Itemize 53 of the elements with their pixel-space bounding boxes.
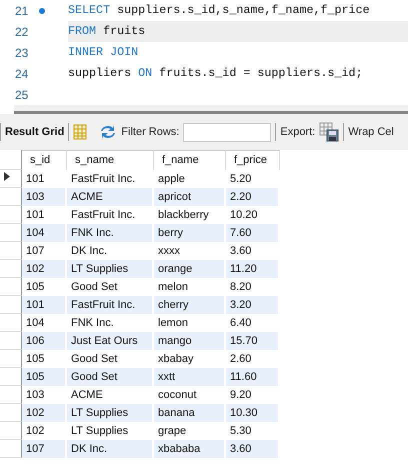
- code-line: SELECT suppliers.s_id,s_name,f_name,f_price: [68, 2, 371, 19]
- table-cell: 107: [22, 440, 67, 458]
- table-cell: 15.70: [226, 332, 280, 350]
- table-cell: Just Eat Ours: [67, 332, 154, 350]
- table-cell: 2.20: [226, 188, 280, 206]
- table-cell: xbababa: [154, 440, 226, 458]
- line-number: 21: [15, 4, 30, 18]
- column-header[interactable]: f_name: [154, 150, 226, 170]
- line-number: 25: [15, 88, 30, 102]
- table-cell: 3.20: [226, 296, 280, 314]
- table-cell: LT Supplies: [67, 260, 154, 278]
- line-number: 22: [15, 24, 30, 38]
- table-cell: 3.60: [226, 440, 280, 458]
- table-cell: 106: [22, 332, 67, 350]
- table-cell: cherry: [154, 296, 226, 314]
- table-cell: LT Supplies: [67, 404, 154, 422]
- horizontal-scrollbar[interactable]: [14, 105, 408, 114]
- column-header[interactable]: f_price: [226, 150, 280, 170]
- table-cell: banana: [154, 404, 226, 422]
- code-line: suppliers ON fruits.s_id = suppliers.s_id;: [68, 65, 364, 82]
- table-cell: berry: [154, 224, 226, 242]
- line-number: 23: [15, 46, 30, 60]
- table-cell: xxtt: [154, 368, 226, 386]
- export-icon[interactable]: [319, 122, 340, 142]
- table-cell: 104: [22, 224, 67, 242]
- table-cell: 10.30: [226, 404, 280, 422]
- table-cell: 102: [22, 404, 67, 422]
- table-cell: orange: [154, 260, 226, 278]
- table-cell: FNK Inc.: [67, 224, 154, 242]
- table-cell: 7.60: [226, 224, 280, 242]
- filter-rows-field[interactable]: [183, 122, 272, 142]
- result-grid-tab[interactable]: Result Grid: [5, 126, 64, 138]
- grid-icon[interactable]: [73, 124, 88, 140]
- table-cell: 101: [22, 296, 67, 314]
- column-header[interactable]: s_name: [67, 150, 154, 170]
- column-header[interactable]: s_id: [22, 150, 67, 170]
- table-cell: DK Inc.: [67, 440, 154, 458]
- line-number: 24: [15, 66, 30, 80]
- table-cell: 11.20: [226, 260, 280, 278]
- table-cell: Good Set: [67, 368, 154, 386]
- table-cell: 103: [22, 188, 67, 206]
- table-cell: FastFruit Inc.: [67, 296, 154, 314]
- export-label: Export:: [280, 126, 316, 138]
- table-cell: 102: [22, 260, 67, 278]
- table-cell: ACME: [67, 188, 154, 206]
- code-line: INNER JOIN: [68, 44, 140, 61]
- filter-rows-label: Filter Rows:: [121, 126, 180, 138]
- table-cell: 105: [22, 368, 67, 386]
- refresh-icon[interactable]: [99, 124, 118, 140]
- wrap-cell-label: Wrap Cel: [348, 126, 394, 138]
- table-cell: mango: [154, 332, 226, 350]
- table-cell: apricot: [154, 188, 226, 206]
- table-cell: 11.60: [226, 368, 280, 386]
